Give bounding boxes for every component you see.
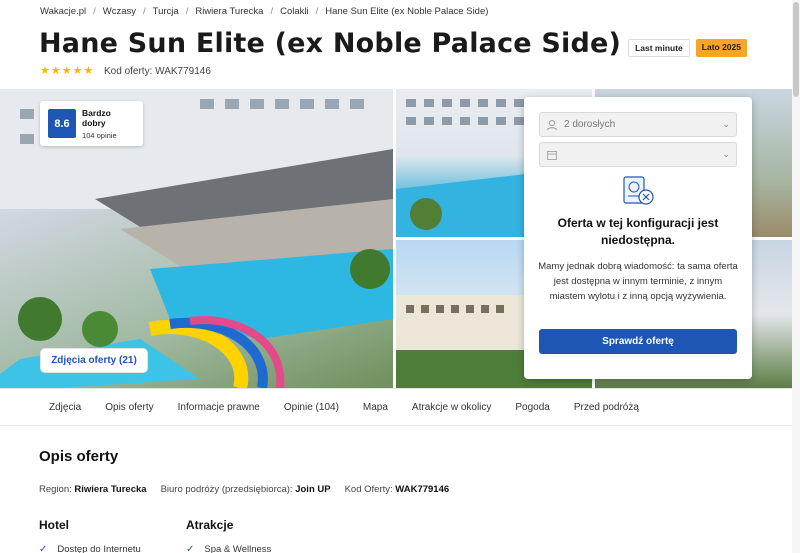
breadcrumb-item-wczasy[interactable]: Wczasy [103,6,136,17]
photos-button[interactable]: Zdjęcia oferty (21) [40,348,148,373]
badges: Last minute Lato 2025 [628,39,747,57]
calendar-icon [547,150,557,160]
star-icon: ★ [83,65,94,77]
breadcrumb-item-current: Hane Sun Elite (ex Noble Palace Side) [325,6,489,17]
section-title: Opis oferty [39,448,119,465]
breadcrumb-item-home[interactable]: Wakacje.pl [40,6,86,17]
rating-score: 8.6 [48,109,77,138]
hotel-column-title: Hotel [39,518,69,532]
rating-label: Bardzo dobry [82,107,111,128]
star-icon: ★ [50,65,61,77]
passport-unavailable-icon [623,176,654,205]
unavailable-text: Mamy jednak dobrą wiadomość: ta sama ofe… [538,261,738,302]
offer-meta: Region: Riwiera Turecka Biuro podróży (p… [39,484,449,495]
season-badge: Lato 2025 [695,39,747,57]
booking-panel: 2 dorosłych ⌄ ⌄ Oferta w tej konfiguracj… [524,97,752,379]
offer-code: Kod oferty: WAK779146 [104,66,211,77]
attractions-feature-item: ✓ Spa & Wellness [186,544,272,553]
hotel-feature-item: ✓ Dostęp do Internetu [39,544,141,553]
page-title: Hane Sun Elite (ex Noble Palace Side) [39,28,622,59]
check-icon: ✓ [39,544,48,553]
breadcrumb: Wakacje.pl / Wczasy / Turcja / Riwiera Ture… [40,6,489,17]
page-scrollbar[interactable] [792,0,800,553]
travelers-value: 2 dorosłych [564,119,616,130]
check-offer-button[interactable]: Sprawdź ofertę [539,329,737,354]
travelers-select[interactable]: 2 dorosłych ⌄ [539,112,737,137]
date-select[interactable]: ⌄ [539,142,737,167]
unavailable-title: Oferta w tej konfiguracji jest niedostęp… [557,216,719,247]
last-minute-badge: Last minute [628,39,690,57]
tab-legal-info[interactable]: Informacje prawne [178,402,260,413]
offer-code-info: Kod Oferty: WAK779146 [344,484,450,495]
rating-count: 104 opinie [82,130,117,140]
scrollbar-thumb[interactable] [793,2,799,97]
tab-map[interactable]: Mapa [363,402,388,413]
check-icon: ✓ [186,544,195,553]
tab-weather[interactable]: Pogoda [515,402,549,413]
agency-info: Biuro podróży (przedsiębiorca): Join UP [160,484,331,495]
chevron-down-icon: ⌄ [722,119,730,129]
breadcrumb-item-city[interactable]: Colakli [280,6,309,17]
breadcrumb-item-turcja[interactable]: Turcja [153,6,179,17]
tab-description[interactable]: Opis oferty [105,402,153,413]
star-icon: ★ [40,65,50,77]
tab-before-travel[interactable]: Przed podróżą [574,402,639,413]
star-icon: ★ [61,65,72,77]
chevron-down-icon: ⌄ [722,149,730,159]
tab-reviews[interactable]: Opinie (104) [284,402,339,413]
tab-attractions[interactable]: Atrakcje w okolicy [412,402,491,413]
hotel-stars: ★ ★ ★ ★ ★ [40,66,93,77]
star-icon: ★ [72,65,83,77]
user-icon [547,119,557,130]
section-tabs: Zdjęcia Opis oferty Informacje prawne Op… [0,388,800,426]
rating-card[interactable]: 8.6 Bardzo dobry 104 opinie [40,101,143,146]
region-info: Region: Riwiera Turecka [39,484,147,495]
breadcrumb-item-region[interactable]: Riwiera Turecka [195,6,263,17]
tab-photos[interactable]: Zdjęcia [49,402,81,413]
attractions-column-title: Atrakcje [186,518,234,532]
